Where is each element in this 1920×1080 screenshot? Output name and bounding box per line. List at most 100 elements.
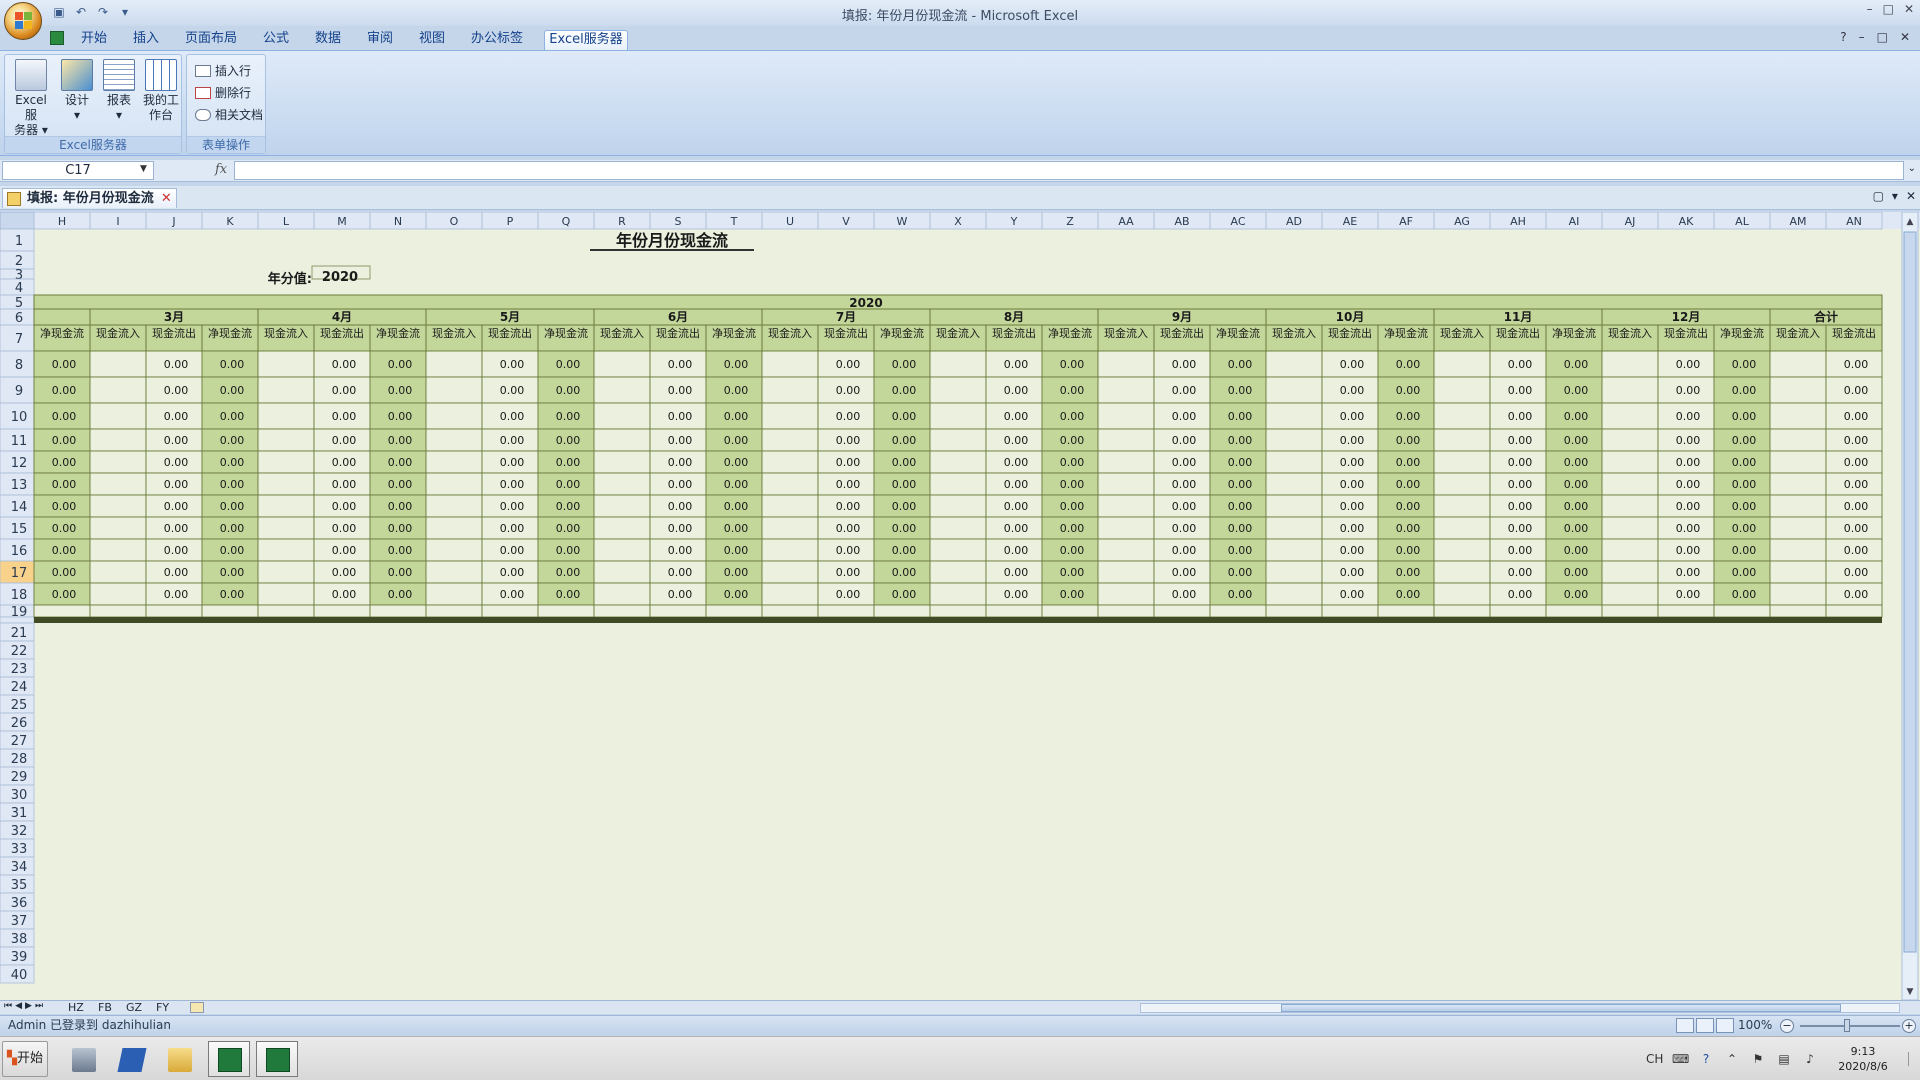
- minimize-button[interactable]: –: [1867, 2, 1873, 16]
- volume-icon[interactable]: ♪: [1802, 1052, 1818, 1066]
- restore-workbook-button[interactable]: □: [1877, 30, 1888, 44]
- related-docs-button[interactable]: 相关文档: [195, 105, 263, 125]
- close-icon[interactable]: ✕: [1906, 189, 1916, 203]
- cell-value: 0.00: [1396, 588, 1421, 601]
- column-header-label: Q: [562, 215, 571, 228]
- cell-value: 0.00: [1732, 522, 1757, 535]
- data-cell: [1601, 560, 1659, 584]
- minimize-workbook-button[interactable]: –: [1859, 30, 1865, 44]
- close-icon[interactable]: ✕: [161, 189, 172, 209]
- sheet-tab-gz[interactable]: GZ: [126, 1001, 142, 1015]
- month-header-label: 9月: [1172, 310, 1192, 324]
- close-button[interactable]: ✕: [1904, 2, 1914, 16]
- input-language[interactable]: CH: [1646, 1052, 1663, 1066]
- cell-value: 0.00: [1172, 566, 1197, 579]
- taskbar-app-excel-2[interactable]: [256, 1041, 298, 1077]
- data-cell: [1769, 376, 1827, 404]
- zoom-slider-track[interactable]: [1800, 1025, 1900, 1027]
- formula-input[interactable]: [234, 161, 1904, 180]
- tab-page-layout[interactable]: 页面布局: [180, 30, 242, 50]
- start-button[interactable]: ▚开始: [2, 1041, 48, 1077]
- sheet-tab-fy[interactable]: FY: [156, 1001, 169, 1015]
- sheet-tab-fb[interactable]: FB: [98, 1001, 112, 1015]
- row-header-label: 7: [15, 332, 23, 347]
- server-icon: [15, 59, 47, 91]
- data-cell: [593, 402, 651, 430]
- clock[interactable]: 9:13 2020/8/6: [1828, 1044, 1898, 1074]
- expand-formula-icon[interactable]: ⌄: [1908, 163, 1916, 174]
- cell-value: 0.00: [892, 384, 917, 397]
- cell-value: 0.00: [332, 456, 357, 469]
- insert-function-icon[interactable]: fx: [215, 162, 227, 177]
- flag-icon[interactable]: ⚑: [1750, 1052, 1766, 1066]
- insert-row-button[interactable]: 插入行: [195, 61, 251, 81]
- close-workbook-button[interactable]: ✕: [1900, 30, 1910, 44]
- row-header-label: 25: [11, 698, 28, 713]
- normal-view-icon[interactable]: [1676, 1018, 1694, 1033]
- horizontal-scrollbar[interactable]: [1140, 1003, 1900, 1013]
- chevron-down-icon[interactable]: ▼: [140, 164, 147, 174]
- data-cell: [481, 604, 539, 618]
- sheet-nav-icon[interactable]: ⏮◀▶⏭: [4, 1001, 46, 1011]
- cell-value: 0.00: [1732, 588, 1757, 601]
- workbench-button[interactable]: 我的工 作台: [141, 59, 181, 123]
- zoom-level[interactable]: 100%: [1738, 1016, 1772, 1035]
- sub-header-label: 现金流出: [824, 326, 868, 340]
- design-button[interactable]: 设计 ▾: [57, 59, 97, 123]
- report-button[interactable]: 报表 ▾: [99, 59, 139, 123]
- excel-icon: [218, 1048, 242, 1072]
- help-icon[interactable]: ?: [1698, 1052, 1714, 1066]
- zoom-out-button[interactable]: −: [1780, 1019, 1794, 1033]
- cell-value: 0.00: [1676, 544, 1701, 557]
- row-header-label: 39: [11, 950, 28, 965]
- help-icon[interactable]: ?: [1840, 30, 1846, 44]
- sheet-tab-hz[interactable]: HZ: [68, 1001, 84, 1015]
- zoom-slider-thumb[interactable]: [1844, 1019, 1850, 1032]
- data-cell: [1377, 604, 1435, 618]
- taskbar-app-excel-1[interactable]: [208, 1041, 250, 1077]
- page-break-view-icon[interactable]: [1716, 1018, 1734, 1033]
- tab-review[interactable]: 审阅: [362, 30, 398, 50]
- column-header-label: W: [897, 215, 908, 228]
- data-cell: [1265, 516, 1323, 540]
- keyboard-icon[interactable]: ⌨: [1672, 1052, 1689, 1066]
- scrollbar-thumb[interactable]: [1281, 1004, 1841, 1012]
- data-cell: [257, 402, 315, 430]
- data-cell: [929, 538, 987, 562]
- document-tab[interactable]: 填报: 年份月份现金流 ✕: [2, 188, 177, 208]
- new-sheet-icon[interactable]: [190, 1002, 204, 1013]
- taskbar-app-powershell[interactable]: [110, 1041, 152, 1077]
- name-box[interactable]: C17: [2, 161, 154, 180]
- cell-value: 0.00: [500, 566, 525, 579]
- excel-server-button[interactable]: Excel服 务器 ▾: [11, 59, 51, 138]
- chevron-down-icon[interactable]: ▾: [1892, 189, 1898, 203]
- tab-home[interactable]: 开始: [76, 30, 112, 50]
- chevron-up-icon[interactable]: ⌃: [1724, 1052, 1740, 1066]
- cell-value: 0.00: [332, 500, 357, 513]
- data-cell: [1545, 604, 1603, 618]
- office-button[interactable]: [4, 2, 42, 40]
- cell-value: 0.00: [332, 384, 357, 397]
- taskbar-app-explorer[interactable]: [158, 1041, 200, 1077]
- tab-data[interactable]: 数据: [310, 30, 346, 50]
- tab-office-tabs[interactable]: 办公标签: [466, 30, 528, 50]
- tab-formulas[interactable]: 公式: [258, 30, 294, 50]
- cell-value: 0.00: [724, 456, 749, 469]
- cell-value: 0.00: [1004, 410, 1029, 423]
- zoom-in-button[interactable]: +: [1902, 1019, 1916, 1033]
- show-desktop-icon[interactable]: [1908, 1052, 1918, 1066]
- taskbar-app-computer[interactable]: [62, 1041, 104, 1077]
- tab-insert[interactable]: 插入: [128, 30, 164, 50]
- spreadsheet-grid[interactable]: H I J K L M N O P Q R S T U V W X Y Z AA AB AC AD AE AF AG AH AI AJ A…: [0, 212, 1920, 1000]
- maximize-button[interactable]: □: [1883, 2, 1894, 16]
- data-cell: [313, 604, 371, 618]
- tab-excel-server[interactable]: Excel服务器: [544, 30, 628, 50]
- network-icon[interactable]: ▤: [1776, 1052, 1792, 1066]
- report-icon: [103, 59, 135, 91]
- data-cell: [1433, 582, 1491, 606]
- new-document-icon[interactable]: ▢: [1873, 189, 1884, 203]
- delete-row-button[interactable]: 删除行: [195, 83, 251, 103]
- page-layout-view-icon[interactable]: [1696, 1018, 1714, 1033]
- month-header-label: 合计: [1814, 309, 1838, 324]
- tab-view[interactable]: 视图: [414, 30, 450, 50]
